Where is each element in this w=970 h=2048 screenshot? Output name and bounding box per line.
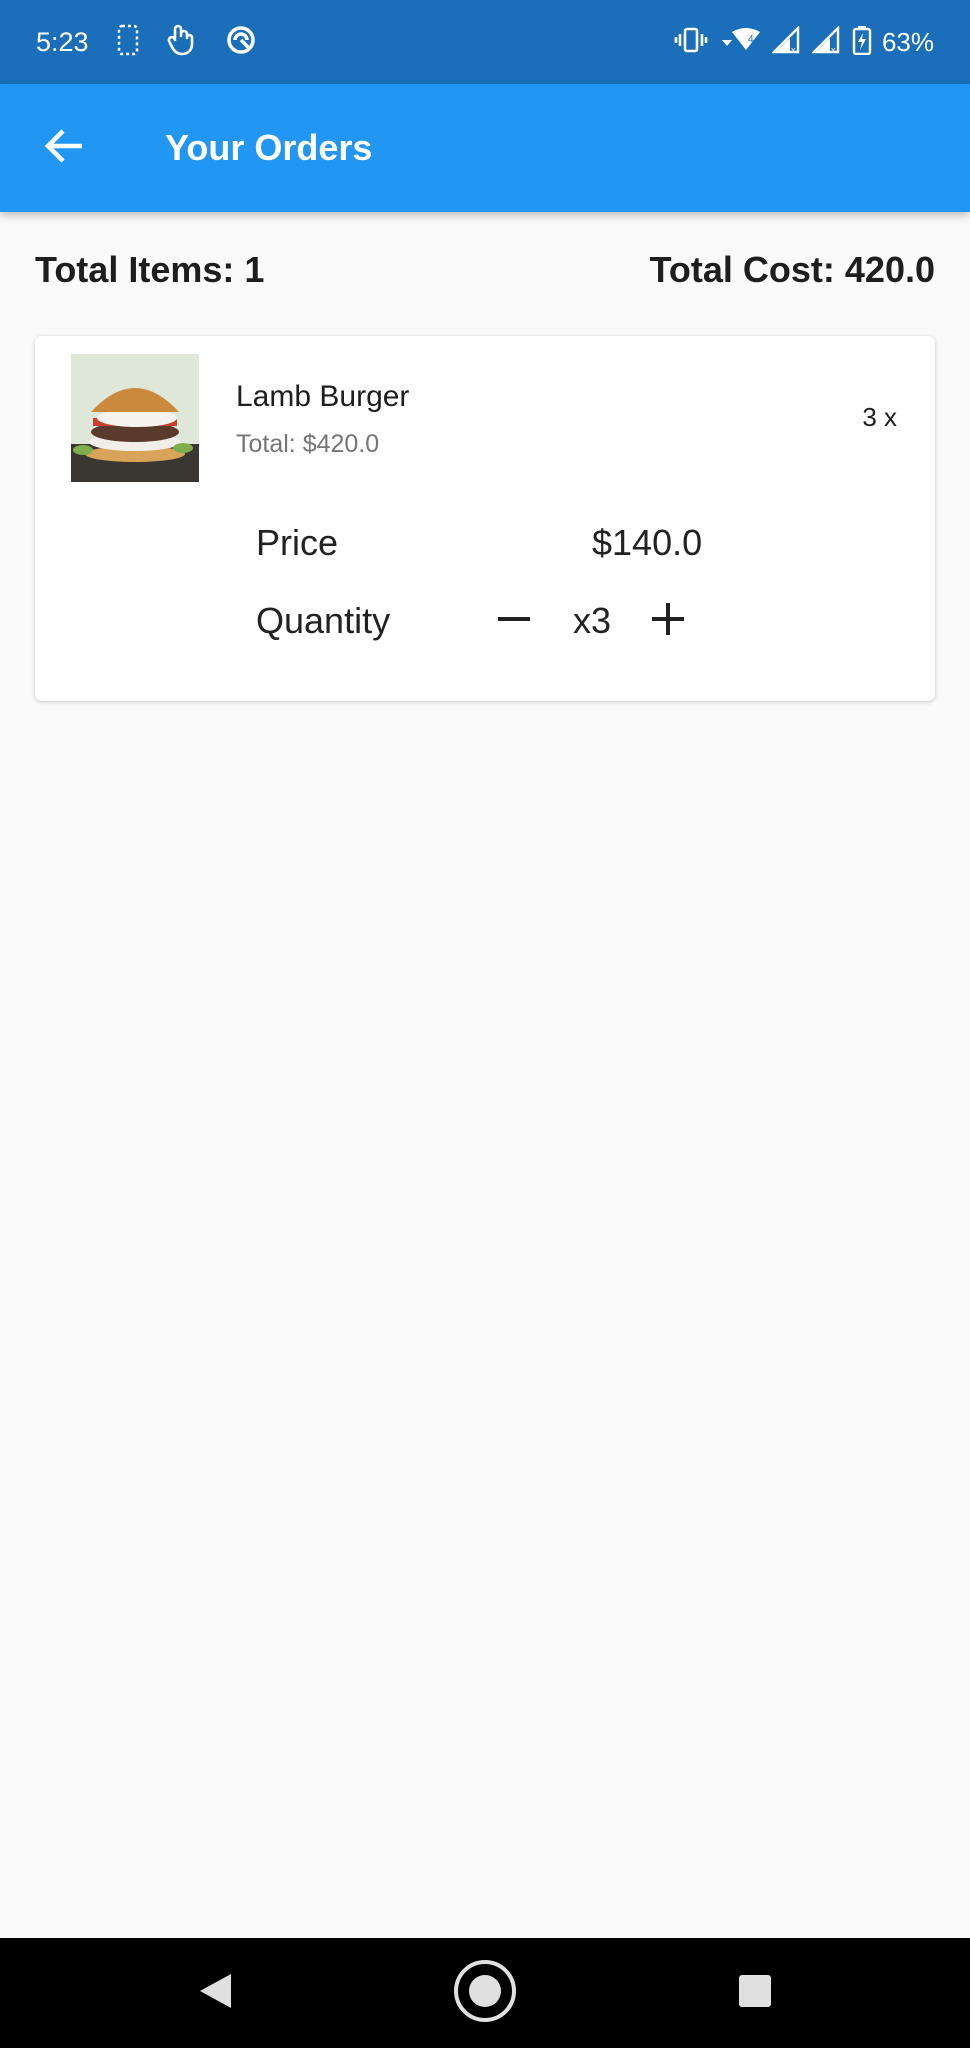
screen: 5:23 4 x x 63% Your Orders Total Items: … xyxy=(0,0,970,2048)
sync-icon xyxy=(225,24,257,61)
nav-home-circle-icon xyxy=(452,1958,518,2029)
quantity-label: Quantity xyxy=(256,600,391,641)
total-cost: Total Cost: 420.0 xyxy=(649,249,935,290)
burger-thumbnail xyxy=(71,354,199,482)
vibrate-icon xyxy=(674,26,708,59)
increase-quantity-button[interactable] xyxy=(638,586,698,656)
touch-icon xyxy=(167,24,197,61)
decrease-quantity-button[interactable] xyxy=(484,586,544,656)
order-item-card: Lamb Burger Total: $420.0 3 x Price $140… xyxy=(35,336,935,701)
signal-icon-1: x xyxy=(771,24,802,59)
item-name: Lamb Burger xyxy=(236,380,410,413)
svg-text:x: x xyxy=(831,45,836,54)
status-left: 5:23 xyxy=(36,24,257,61)
status-time: 5:23 xyxy=(36,26,89,57)
nav-recent-apps-button[interactable] xyxy=(700,1938,810,2048)
status-right: 4 x x 63% xyxy=(674,24,934,60)
nav-recent-square-icon xyxy=(737,1973,773,2014)
page-title: Your Orders xyxy=(165,127,373,168)
svg-text:4: 4 xyxy=(748,34,754,45)
nav-back-button[interactable] xyxy=(160,1938,270,2048)
price-label: Price xyxy=(256,522,339,563)
nav-back-triangle-icon xyxy=(197,1972,233,2015)
system-nav-bar xyxy=(0,1938,970,2048)
total-items: Total Items: 1 xyxy=(35,249,265,290)
svg-text:x: x xyxy=(791,45,796,54)
quantity-value: x3 xyxy=(572,600,612,641)
price-value: $140.0 xyxy=(592,522,703,563)
arrow-back-icon xyxy=(44,128,84,169)
battery-percent: 63% xyxy=(881,26,934,57)
signal-icon-2: x xyxy=(811,24,842,59)
wifi-icon: 4 xyxy=(718,26,762,59)
item-quantity-badge: 3 x xyxy=(862,402,897,432)
nav-home-button[interactable] xyxy=(430,1938,540,2048)
battery-charging-icon xyxy=(852,25,872,60)
item-total: Total: $420.0 xyxy=(236,430,380,458)
back-button[interactable] xyxy=(30,114,98,182)
status-bar: 5:23 4 x x 63% xyxy=(0,0,970,84)
order-summary: Total Items: 1 Total Cost: 420.0 xyxy=(35,248,935,292)
screenshot-icon xyxy=(117,24,139,61)
app-bar: Your Orders xyxy=(0,84,970,212)
plus-icon xyxy=(650,601,686,642)
minus-icon xyxy=(496,601,532,642)
